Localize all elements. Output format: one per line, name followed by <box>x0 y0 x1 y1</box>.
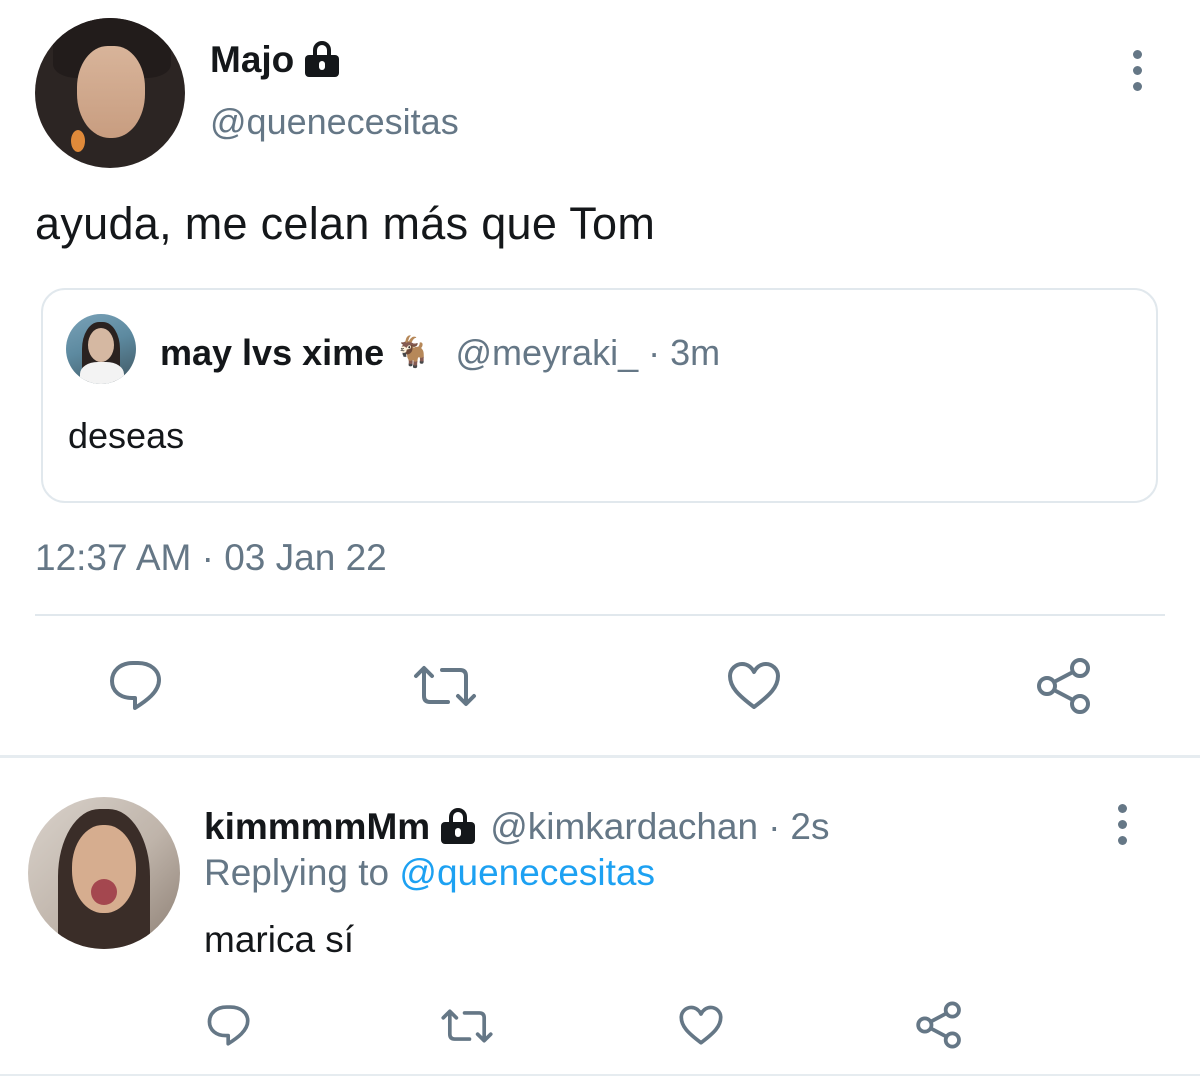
replying-to-prefix: Replying to <box>204 852 400 893</box>
more-vertical-icon[interactable] <box>1132 50 1142 91</box>
main-tweet-avatar[interactable] <box>35 18 185 168</box>
more-vertical-icon[interactable] <box>1117 804 1127 845</box>
like-icon[interactable] <box>726 660 782 712</box>
separator-dot: · <box>768 806 781 847</box>
main-tweet-text: ayuda, me celan más que Tom <box>35 198 656 249</box>
quoted-tweet-display-name[interactable]: may lvs xime <box>160 331 384 375</box>
reply-icon[interactable] <box>206 1003 252 1047</box>
avatar-face <box>88 328 114 362</box>
reply-text: marica sí <box>204 919 355 960</box>
lock-icon <box>304 41 340 77</box>
share-icon[interactable] <box>914 1000 964 1050</box>
lock-icon <box>440 808 476 844</box>
retweet-icon[interactable] <box>440 1008 494 1044</box>
quoted-tweet-avatar[interactable] <box>66 314 136 384</box>
avatar-earring <box>71 130 85 152</box>
separator-dot: · <box>648 332 661 373</box>
replying-to-line: Replying to @quenecesitas <box>204 851 655 895</box>
divider <box>35 614 1165 616</box>
quoted-tweet-header: may lvs xime 🐐 @meyraki_ · 3m <box>160 331 720 375</box>
avatar-mouth <box>91 879 117 905</box>
replying-to-mention[interactable]: @quenecesitas <box>399 852 655 893</box>
quoted-tweet-handle[interactable]: @meyraki_ <box>456 331 639 375</box>
avatar-body <box>80 362 124 384</box>
reply-avatar[interactable] <box>28 797 180 949</box>
quoted-tweet-time: 3m <box>670 332 721 373</box>
reply-display-name[interactable]: kimmmmMm <box>204 805 430 849</box>
goat-emoji-icon: 🐐 <box>394 336 432 369</box>
avatar-face <box>77 46 145 138</box>
like-icon[interactable] <box>678 1004 724 1047</box>
quoted-tweet-card[interactable] <box>41 288 1158 503</box>
main-tweet-handle[interactable]: @quenecesitas <box>210 100 459 144</box>
reply-time: 2s <box>790 806 830 847</box>
main-tweet-timestamp[interactable]: 12:37 AM · 03 Jan 22 <box>35 536 387 580</box>
reply-handle[interactable]: @kimkardachan <box>490 805 758 849</box>
share-icon[interactable] <box>1034 656 1094 716</box>
main-tweet-author[interactable]: Majo <box>210 38 340 82</box>
reply-icon[interactable] <box>108 658 164 712</box>
reply-header: kimmmmMm @kimkardachan · 2s <box>204 805 829 849</box>
section-divider <box>0 755 1200 758</box>
main-tweet-display-name[interactable]: Majo <box>210 38 294 82</box>
retweet-icon[interactable] <box>412 664 478 708</box>
quoted-tweet-text: deseas <box>68 415 185 456</box>
section-divider <box>0 1074 1200 1076</box>
